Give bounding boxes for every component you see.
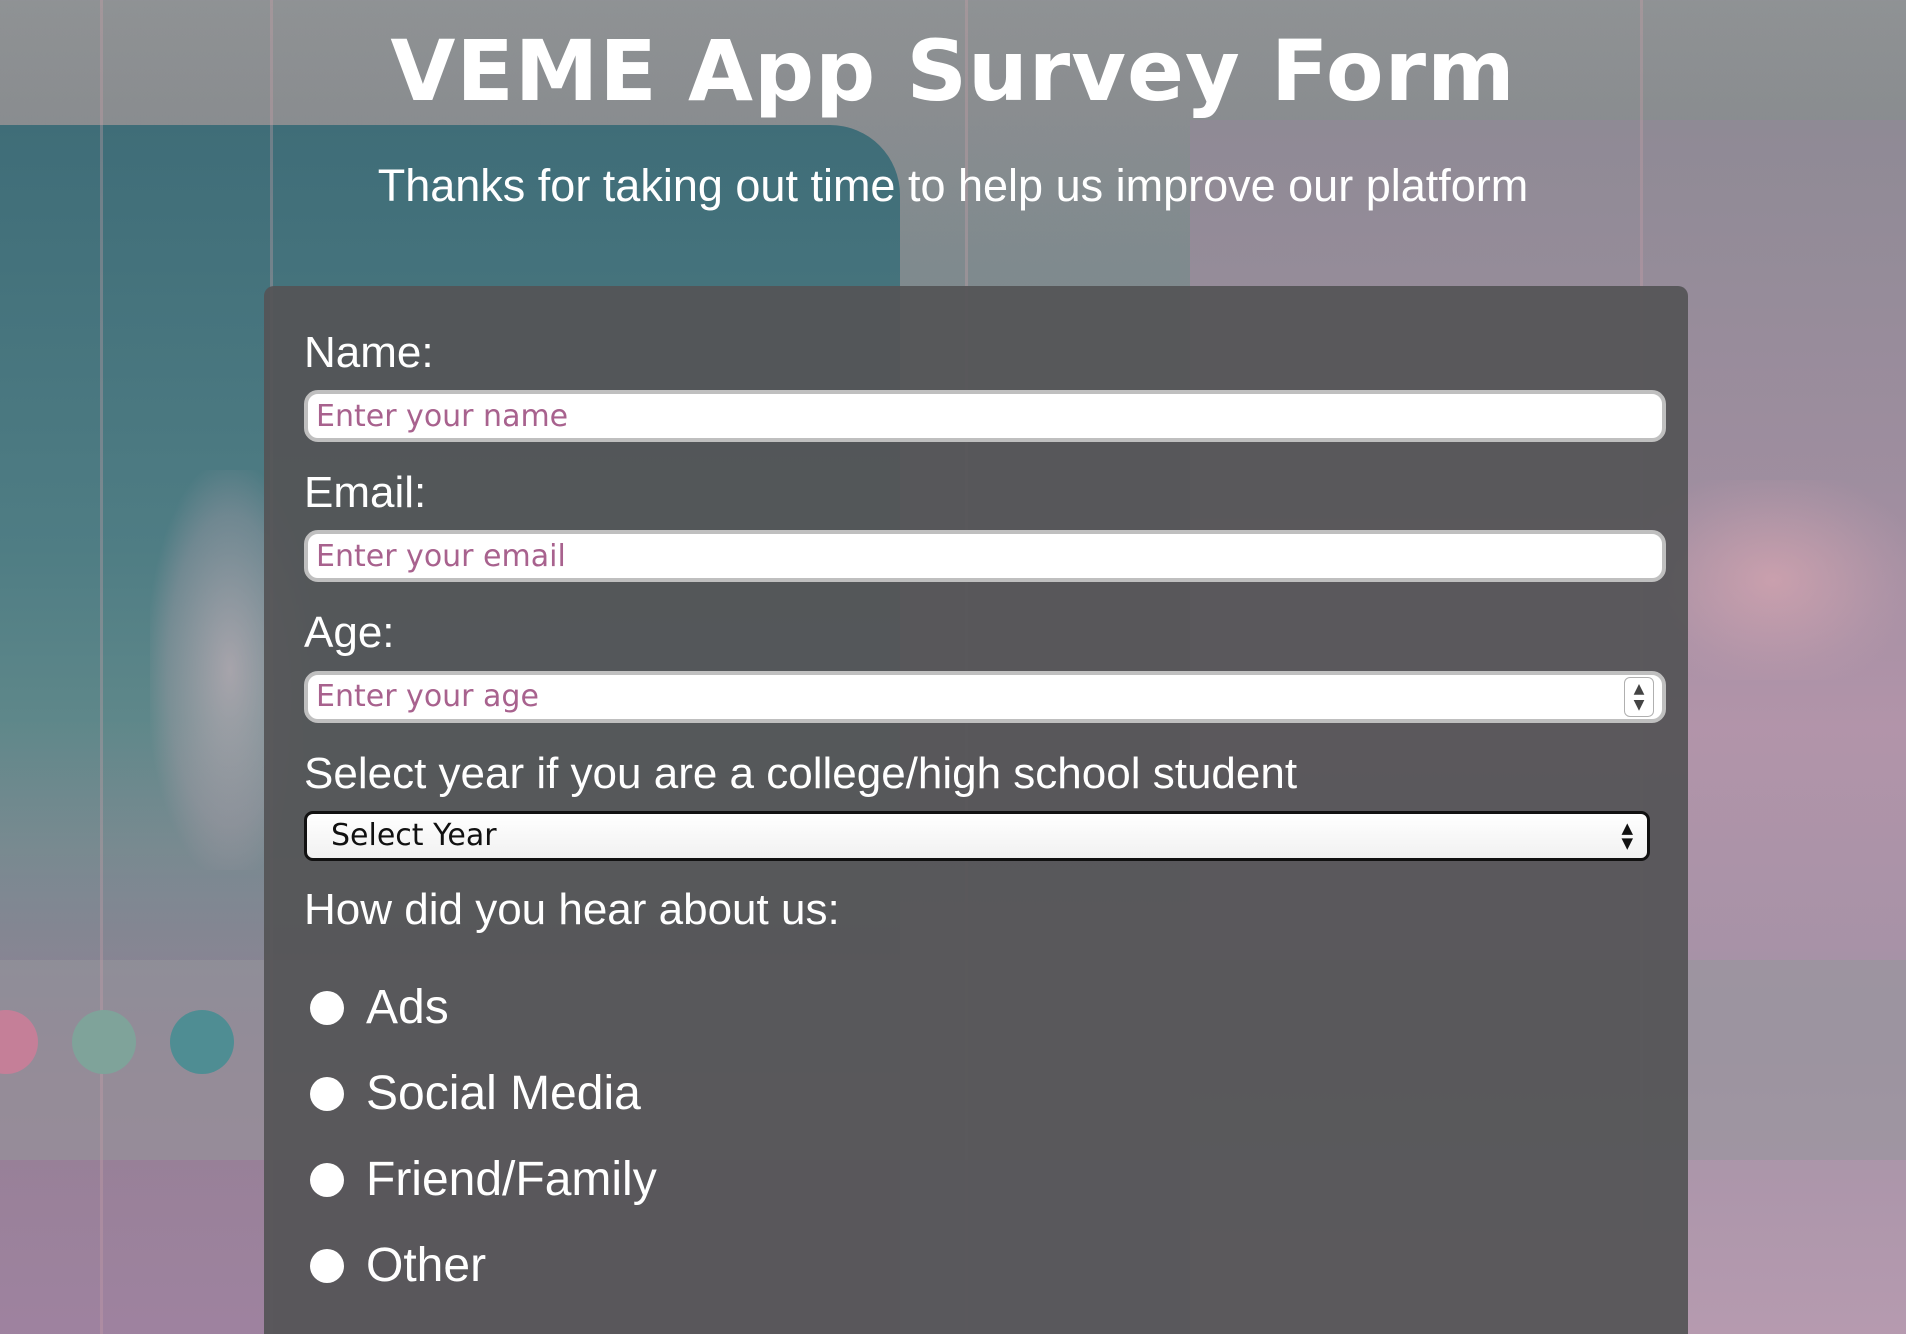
age-placeholder: Enter your age: [316, 679, 539, 715]
email-input[interactable]: Enter your email: [304, 530, 1666, 583]
email-placeholder: Enter your email: [316, 538, 566, 574]
name-placeholder: Enter your name: [316, 398, 569, 434]
radio-option-social-media[interactable]: Social Media: [304, 1051, 1666, 1137]
radio-label: Friend/Family: [366, 1153, 657, 1207]
radio-option-friend-family[interactable]: Friend/Family: [304, 1137, 1666, 1223]
radio-label: Ads: [366, 981, 449, 1035]
background-dot: [170, 1010, 234, 1074]
name-label: Name:: [304, 328, 434, 377]
age-label: Age:: [304, 608, 395, 658]
page-subtitle: Thanks for taking out time to help us im…: [377, 160, 1529, 211]
radio-button[interactable]: [310, 990, 344, 1025]
survey-form: Name: Enter your name Email: Enter your …: [264, 286, 1688, 1334]
radio-label: Social Media: [366, 1067, 641, 1121]
year-label: Select year if you are a college/high sc…: [304, 748, 1298, 798]
background-dot: [0, 1010, 38, 1074]
radio-option-ads[interactable]: Ads: [304, 965, 1666, 1051]
email-label: Email:: [304, 468, 427, 518]
age-input[interactable]: Enter your age ▲ ▼: [304, 670, 1666, 723]
page-title: VEME App Survey Form: [390, 22, 1516, 120]
radio-option-other[interactable]: Other: [304, 1223, 1666, 1309]
referral-radio-group: Ads Social Media Friend/Family Other: [304, 965, 1666, 1309]
name-input[interactable]: Enter your name: [304, 390, 1666, 443]
radio-button[interactable]: [310, 1162, 344, 1197]
referral-label: How did you hear about us:: [304, 884, 840, 934]
background-dot: [72, 1010, 136, 1074]
year-select-value: Select Year: [331, 818, 497, 854]
year-select[interactable]: Select Year ▲ ▼: [304, 810, 1650, 861]
radio-label: Other: [366, 1239, 487, 1293]
spinner-arrows-icon[interactable]: ▲ ▼: [1624, 676, 1654, 717]
radio-button[interactable]: [310, 1248, 344, 1283]
radio-button[interactable]: [310, 1076, 344, 1111]
select-arrows-icon: ▲ ▼: [1621, 818, 1633, 852]
